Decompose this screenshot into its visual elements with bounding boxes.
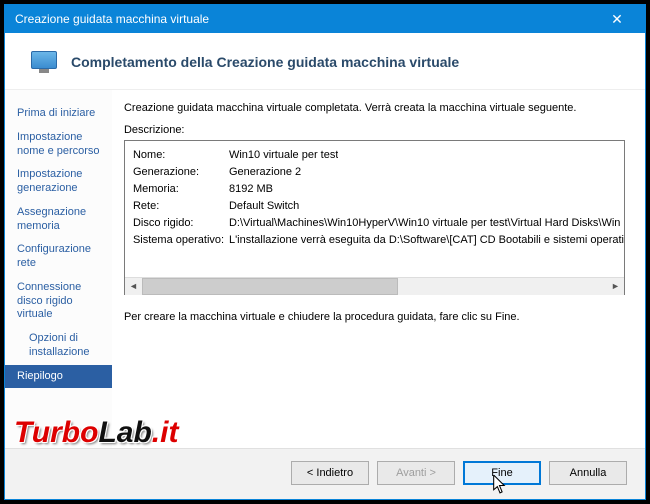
step-before-start[interactable]: Prima di iniziare <box>5 102 112 126</box>
scroll-track[interactable] <box>142 278 607 295</box>
summary-row-network: Rete: Default Switch <box>133 198 624 215</box>
summary-value: Default Switch <box>229 198 299 215</box>
wizard-footer: < Indietro Avanti > Fine Annulla <box>5 448 645 499</box>
scroll-right-icon[interactable]: ► <box>607 278 624 295</box>
summary-key: Memoria: <box>133 181 229 198</box>
closing-instruction: Per creare la macchina virtuale e chiude… <box>124 311 625 323</box>
scroll-left-icon[interactable]: ◄ <box>125 278 142 295</box>
step-generation[interactable]: Impostazione generazione <box>5 163 112 201</box>
step-install-options[interactable]: Opzioni di installazione <box>5 327 112 365</box>
summary-value: Generazione 2 <box>229 164 301 181</box>
wizard-steps-sidebar: Prima di iniziare Impostazione nome e pe… <box>5 90 112 448</box>
step-network[interactable]: Configurazione rete <box>5 238 112 276</box>
back-button[interactable]: < Indietro <box>291 461 369 485</box>
page-title: Completamento della Creazione guidata ma… <box>71 54 459 70</box>
summary-key: Sistema operativo: <box>133 232 229 249</box>
summary-value: 8192 MB <box>229 181 273 198</box>
summary-row-name: Nome: Win10 virtuale per test <box>133 147 624 164</box>
description-label: Descrizione: <box>124 124 625 136</box>
close-icon[interactable]: ✕ <box>599 11 635 28</box>
summary-row-generation: Generazione: Generazione 2 <box>133 164 624 181</box>
summary-value: Win10 virtuale per test <box>229 147 338 164</box>
summary-value: L'installazione verrà eseguita da D:\Sof… <box>229 232 624 249</box>
summary-row-memory: Memoria: 8192 MB <box>133 181 624 198</box>
step-vhd[interactable]: Connessione disco rigido virtuale <box>5 276 112 327</box>
finish-button[interactable]: Fine <box>463 461 541 485</box>
summary-intro-text: Creazione guidata macchina virtuale comp… <box>124 102 625 114</box>
step-summary[interactable]: Riepilogo <box>5 365 112 389</box>
next-button: Avanti > <box>377 461 455 485</box>
scroll-thumb[interactable] <box>142 278 398 295</box>
step-memory[interactable]: Assegnazione memoria <box>5 201 112 239</box>
horizontal-scrollbar[interactable]: ◄ ► <box>125 277 624 294</box>
summary-key: Disco rigido: <box>133 215 229 232</box>
summary-value: D:\Virtual\Machines\Win10HyperV\Win10 vi… <box>229 215 620 232</box>
wizard-window: Creazione guidata macchina virtuale ✕ Co… <box>4 4 646 500</box>
titlebar: Creazione guidata macchina virtuale ✕ <box>5 5 645 33</box>
monitor-icon <box>31 51 57 73</box>
wizard-header: Completamento della Creazione guidata ma… <box>5 33 645 90</box>
summary-key: Nome: <box>133 147 229 164</box>
cancel-button[interactable]: Annulla <box>549 461 627 485</box>
wizard-content: Creazione guidata macchina virtuale comp… <box>112 90 645 448</box>
window-title: Creazione guidata macchina virtuale <box>15 12 599 26</box>
summary-row-os: Sistema operativo: L'installazione verrà… <box>133 232 624 249</box>
summary-box: Nome: Win10 virtuale per test Generazion… <box>124 140 625 295</box>
summary-row-disk: Disco rigido: D:\Virtual\Machines\Win10H… <box>133 215 624 232</box>
summary-key: Rete: <box>133 198 229 215</box>
step-name-path[interactable]: Impostazione nome e percorso <box>5 126 112 164</box>
summary-key: Generazione: <box>133 164 229 181</box>
